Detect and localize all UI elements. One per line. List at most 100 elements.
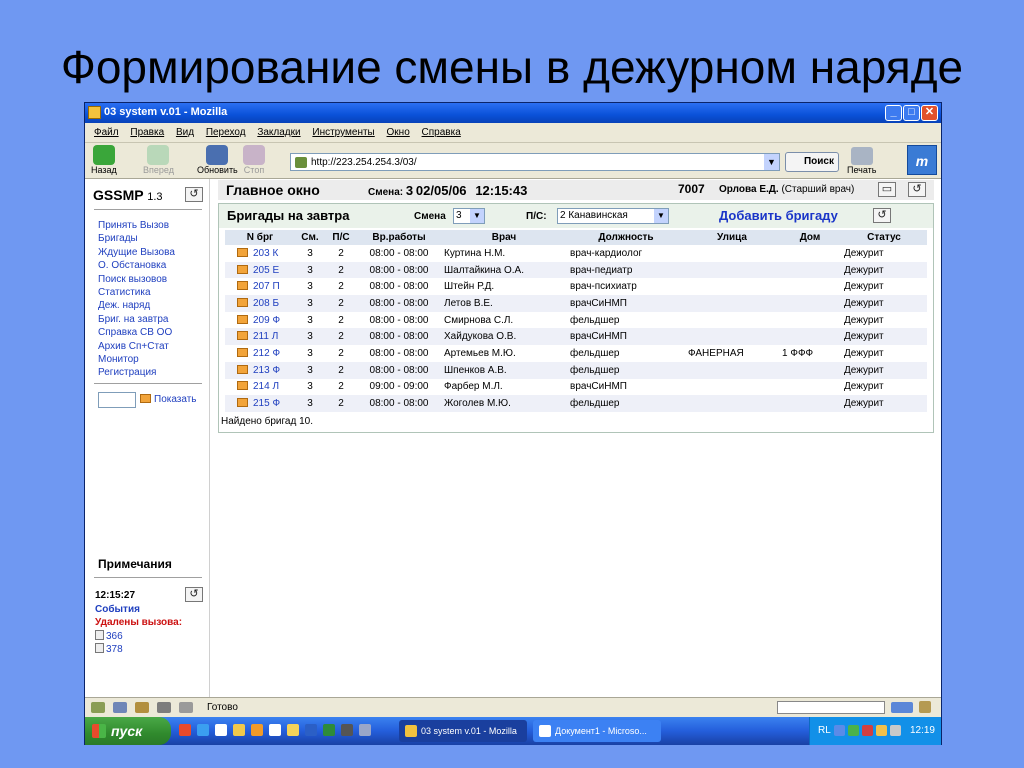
menu-help[interactable]: Справка bbox=[422, 127, 461, 138]
header-refresh-icon[interactable]: ↺ bbox=[908, 182, 926, 197]
brigade-card-icon[interactable] bbox=[237, 281, 248, 291]
deleted-call-link[interactable]: 378 bbox=[95, 643, 123, 655]
calculator-icon[interactable] bbox=[269, 724, 281, 736]
brigade-card-icon[interactable] bbox=[237, 331, 248, 341]
brigade-card-icon[interactable] bbox=[237, 314, 248, 324]
sidebar-item-tomorrow-brigades[interactable]: Бриг. на завтра bbox=[98, 313, 175, 326]
brigade-number-cell[interactable]: 208 Б bbox=[225, 295, 295, 312]
brigade-number-link[interactable]: 203 К bbox=[253, 248, 278, 259]
column-header[interactable]: N брг bbox=[225, 230, 295, 245]
column-header[interactable]: Статус bbox=[841, 230, 927, 245]
tray-volume-icon[interactable] bbox=[890, 725, 901, 736]
navigator-icon[interactable] bbox=[91, 702, 105, 713]
forward-button[interactable]: Вперед bbox=[143, 145, 174, 175]
brigade-number-cell[interactable]: 209 Ф bbox=[225, 312, 295, 329]
brigade-number-link[interactable]: 205 Е bbox=[253, 265, 279, 276]
brigade-number-link[interactable]: 214 Л bbox=[253, 381, 279, 392]
brigade-card-icon[interactable] bbox=[237, 264, 248, 274]
language-indicator[interactable]: RL bbox=[818, 725, 831, 736]
search-button[interactable]: Поиск bbox=[785, 152, 839, 172]
panel-refresh-icon[interactable]: ↺ bbox=[873, 208, 891, 223]
column-header[interactable]: Врач bbox=[441, 230, 567, 245]
tray-network-icon[interactable] bbox=[848, 725, 859, 736]
notes-events-link[interactable]: События bbox=[95, 604, 140, 615]
brigade-number-cell[interactable]: 211 Л bbox=[225, 328, 295, 346]
sidebar-item-accept-call[interactable]: Принять Вызов bbox=[98, 219, 175, 232]
add-brigade-button[interactable]: Добавить бригаду bbox=[719, 208, 838, 223]
table-row[interactable]: 203 К 3 2 08:00 - 08:00 Куртина Н.М. врач-кар… bbox=[225, 245, 927, 262]
brigade-card-icon[interactable] bbox=[237, 398, 248, 408]
brigade-card-icon[interactable] bbox=[237, 347, 248, 357]
brigade-number-link[interactable]: 208 Б bbox=[253, 298, 279, 309]
address-dropdown-icon[interactable]: ▼ bbox=[764, 154, 779, 170]
quicklaunch-app-icon[interactable] bbox=[179, 724, 191, 736]
column-header[interactable]: См. bbox=[295, 230, 325, 245]
brigade-number-link[interactable]: 207 П bbox=[253, 281, 280, 292]
acrobat-icon[interactable] bbox=[341, 724, 353, 736]
brigade-number-link[interactable]: 212 Ф bbox=[253, 348, 280, 359]
table-row[interactable]: 209 Ф 3 2 08:00 - 08:00 Смирнова С.Л. фельдше… bbox=[225, 312, 927, 329]
show-input[interactable] bbox=[98, 392, 136, 408]
brigade-card-icon[interactable] bbox=[237, 297, 248, 307]
sidebar-item-call-search[interactable]: Поиск вызовов bbox=[98, 273, 175, 286]
mail-icon[interactable] bbox=[113, 702, 127, 713]
brigade-number-cell[interactable]: 212 Ф bbox=[225, 345, 295, 362]
task-word[interactable]: Документ1 - Microso... bbox=[533, 720, 661, 742]
menu-bookmarks[interactable]: Закладки bbox=[257, 127, 300, 138]
start-button[interactable]: пуск bbox=[85, 717, 171, 745]
brigade-card-icon[interactable] bbox=[237, 381, 248, 391]
menu-window[interactable]: Окно bbox=[387, 127, 410, 138]
explorer-icon[interactable] bbox=[233, 724, 245, 736]
window-titlebar[interactable]: 03 system v.01 - Mozilla _ □ ✕ bbox=[85, 103, 941, 123]
column-header[interactable]: Дом bbox=[779, 230, 841, 245]
back-button[interactable]: Назад bbox=[91, 145, 117, 175]
sidebar-item-duty-roster[interactable]: Деж. наряд bbox=[98, 299, 175, 312]
sidebar-item-reference[interactable]: Справка СВ ОО bbox=[98, 326, 175, 339]
sidebar-item-brigades[interactable]: Бригады bbox=[98, 232, 175, 245]
task-mozilla[interactable]: 03 system v.01 - Mozilla bbox=[399, 720, 527, 742]
print-icon[interactable]: ▭ bbox=[878, 182, 896, 197]
folder-icon[interactable] bbox=[287, 724, 299, 736]
table-row[interactable]: 213 Ф 3 2 08:00 - 08:00 Шпенков А.В. фельдшер… bbox=[225, 361, 927, 379]
word-icon[interactable] bbox=[305, 724, 317, 736]
column-header[interactable]: П/С bbox=[325, 230, 357, 245]
brigade-card-icon[interactable] bbox=[237, 247, 248, 257]
brigade-card-icon[interactable] bbox=[237, 364, 248, 374]
reload-button[interactable]: Обновить bbox=[197, 145, 238, 175]
brigade-number-link[interactable]: 209 Ф bbox=[253, 315, 280, 326]
table-row[interactable]: 214 Л 3 2 09:00 - 09:00 Фарбер М.Л. врачСиНМП… bbox=[225, 379, 927, 396]
sidebar-item-registration[interactable]: Регистрация bbox=[98, 366, 175, 379]
sidebar-item-archive[interactable]: Архив Сп+Стат bbox=[98, 340, 175, 353]
column-header[interactable]: Должность bbox=[567, 230, 685, 245]
brigade-number-cell[interactable]: 207 П bbox=[225, 278, 295, 295]
chat-icon[interactable] bbox=[179, 702, 193, 713]
deleted-call-link[interactable]: 366 bbox=[95, 630, 123, 642]
table-row[interactable]: 212 Ф 3 2 08:00 - 08:00 Артемьев М.Ю. фельдше… bbox=[225, 345, 927, 362]
shift-select[interactable]: 3 ▼ bbox=[453, 208, 485, 224]
menu-go[interactable]: Переход bbox=[206, 127, 246, 138]
minimize-button[interactable]: _ bbox=[885, 105, 902, 121]
table-row[interactable]: 208 Б 3 2 08:00 - 08:00 Летов В.Е. врачСиНМП Д… bbox=[225, 295, 927, 312]
address-book-icon[interactable] bbox=[157, 702, 171, 713]
sidebar-item-situation[interactable]: О. Обстановка bbox=[98, 259, 175, 272]
menu-edit[interactable]: Правка bbox=[130, 127, 164, 138]
sidebar-item-waiting-calls[interactable]: Ждущие Вызова bbox=[98, 246, 175, 259]
ps-select[interactable]: 2 Канавинская ▼ bbox=[557, 208, 669, 224]
menu-view[interactable]: Вид bbox=[176, 127, 194, 138]
brigade-number-cell[interactable]: 213 Ф bbox=[225, 361, 295, 379]
stop-button[interactable]: Стоп bbox=[243, 145, 265, 175]
brigade-number-cell[interactable]: 205 Е bbox=[225, 261, 295, 279]
composer-icon[interactable] bbox=[135, 702, 149, 713]
table-row[interactable]: 215 Ф 3 2 08:00 - 08:00 Жоголев М.Ю. фельдшер… bbox=[225, 395, 927, 412]
close-button[interactable]: ✕ bbox=[921, 105, 938, 121]
brigade-number-link[interactable]: 213 Ф bbox=[253, 365, 280, 376]
table-row[interactable]: 205 Е 3 2 08:00 - 08:00 Шалтайкина О.А. врач-… bbox=[225, 261, 927, 279]
notes-refresh-icon[interactable]: ↺ bbox=[185, 587, 203, 602]
tray-arrow-icon[interactable] bbox=[834, 725, 845, 736]
table-row[interactable]: 207 П 3 2 08:00 - 08:00 Штейн Р.Д. врач-психи… bbox=[225, 278, 927, 295]
address-bar[interactable]: http://223.254.254.3/03/ ▼ bbox=[290, 153, 780, 171]
brigade-number-cell[interactable]: 214 Л bbox=[225, 379, 295, 396]
menu-tools[interactable]: Инструменты bbox=[312, 127, 374, 138]
brigade-number-link[interactable]: 211 Л bbox=[253, 331, 278, 342]
ie-icon[interactable] bbox=[197, 724, 209, 736]
